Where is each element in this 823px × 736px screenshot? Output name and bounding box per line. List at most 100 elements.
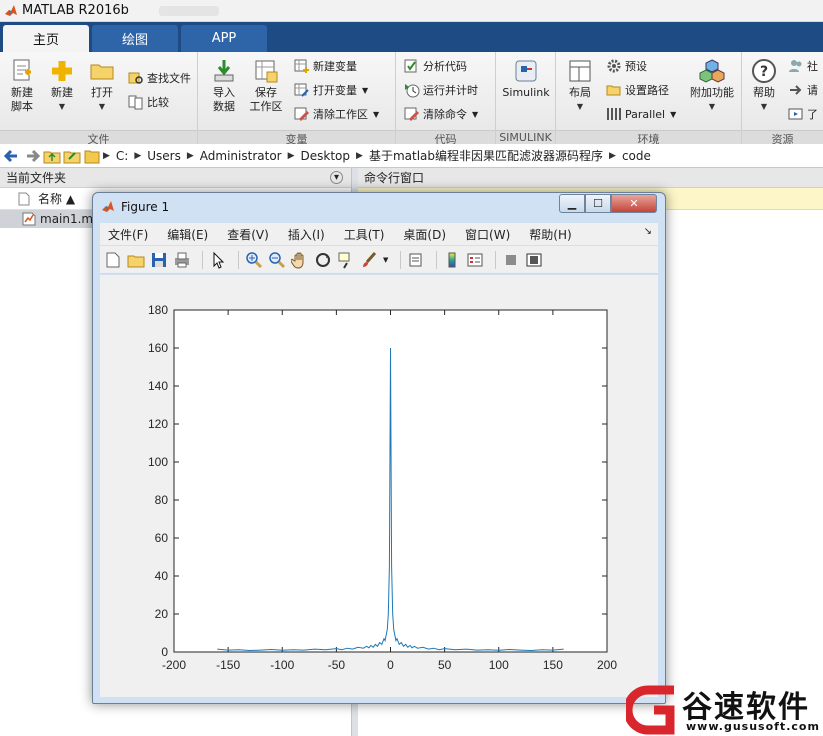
toolbar-separator — [400, 250, 402, 269]
tab-home[interactable]: 主页 — [3, 25, 89, 52]
file-name: main1.m — [40, 212, 94, 226]
insert-colorbar-icon[interactable] — [443, 251, 461, 269]
dock-arrow-icon[interactable]: ↘ — [644, 226, 652, 237]
rotate-3d-icon[interactable] — [314, 251, 332, 269]
insert-legend-icon[interactable] — [466, 251, 484, 269]
breadcrumb-drive[interactable]: C: — [116, 149, 128, 163]
minimize-button[interactable]: ▁ — [559, 194, 585, 213]
breadcrumb-separator-icon: ▶ — [186, 150, 194, 161]
maximize-button[interactable]: ☐ — [585, 194, 611, 213]
set-path-button[interactable]: 设置路径 — [606, 80, 669, 100]
open-variable-icon — [294, 83, 309, 97]
brush-dropdown-icon[interactable]: ▼ — [383, 256, 388, 264]
y-tick-label: 60 — [155, 531, 169, 545]
breadcrumb-administrator[interactable]: Administrator — [200, 149, 282, 163]
clear-commands-button[interactable]: 清除命令 ▼ — [404, 104, 478, 124]
help-button[interactable]: ? 帮助 ▼ — [744, 56, 784, 126]
forward-arrow-icon[interactable] — [23, 147, 41, 165]
brush-icon[interactable] — [360, 251, 378, 269]
print-icon[interactable] — [173, 251, 191, 269]
code-group-label: 代码 — [396, 130, 495, 146]
analyze-code-button[interactable]: 分析代码 — [404, 56, 467, 76]
parallel-dropdown-icon: ▼ — [670, 109, 677, 119]
open-variable-button[interactable]: 打开变量 ▼ — [294, 80, 368, 100]
learn-label: 了 — [807, 108, 818, 121]
line-plot[interactable]: -200 -150 -100 -50 0 50 100 150 200 0 20 40 60 80 100 1… — [100, 275, 658, 697]
hide-plot-tools-icon[interactable] — [502, 251, 520, 269]
open-file-icon[interactable] — [127, 251, 145, 269]
compare-button[interactable]: 比较 — [128, 92, 169, 112]
simulink-button[interactable]: Simulink — [500, 56, 552, 126]
menu-view[interactable]: 查看(V) — [227, 226, 269, 243]
request-support-button[interactable]: 请 — [788, 80, 818, 100]
community-button[interactable]: 社 — [788, 56, 818, 76]
panel-menu-icon[interactable]: ▾ — [330, 171, 343, 184]
new-button[interactable]: 新建 ▼ — [42, 56, 82, 126]
menu-insert[interactable]: 插入(I) — [288, 226, 325, 243]
x-tick-label: -100 — [270, 658, 294, 672]
simulink-label: Simulink — [502, 86, 550, 99]
clear-workspace-label: 清除工作区 — [313, 108, 368, 121]
parallel-button[interactable]: Parallel ▼ — [606, 104, 676, 124]
breadcrumb-project-folder[interactable]: 基于matlab编程非因果匹配滤波器源码程序 — [369, 147, 603, 164]
menu-file[interactable]: 文件(F) — [108, 226, 148, 243]
current-folder-title: 当前文件夹 — [6, 171, 67, 185]
new-script-button[interactable]: 新建 脚本 — [2, 56, 42, 126]
find-files-button[interactable]: 查找文件 — [128, 68, 191, 88]
tab-plots[interactable]: 绘图 — [92, 25, 178, 52]
data-cursor-icon[interactable] — [337, 251, 355, 269]
add-ons-label: 附加功能 — [690, 86, 734, 99]
import-data-button[interactable]: 导入 数据 — [204, 56, 244, 126]
close-icon: ✕ — [629, 197, 639, 210]
breadcrumb-code[interactable]: code — [622, 149, 651, 163]
run-and-time-button[interactable]: 运行并计时 — [404, 80, 478, 100]
app-title: MATLAB R2016b — [22, 3, 129, 18]
back-arrow-icon[interactable] — [3, 147, 21, 165]
new-variable-icon — [294, 59, 309, 73]
pan-hand-icon[interactable] — [291, 251, 309, 269]
preferences-label: 预设 — [625, 60, 647, 73]
layout-dropdown-icon: ▼ — [576, 102, 584, 111]
menu-help[interactable]: 帮助(H) — [529, 226, 571, 243]
save-workspace-button[interactable]: 保存 工作区 — [246, 56, 286, 126]
layout-button[interactable]: 布局 ▼ — [560, 56, 600, 126]
toolbar-separator — [202, 250, 203, 269]
menu-tools[interactable]: 工具(T) — [344, 226, 385, 243]
x-tick-label: 200 — [597, 658, 617, 672]
open-variable-dropdown-icon: ▼ — [362, 85, 369, 95]
new-variable-button[interactable]: 新建变量 — [294, 56, 357, 76]
save-icon[interactable] — [150, 251, 168, 269]
clear-workspace-dropdown-icon: ▼ — [373, 109, 380, 119]
tab-apps[interactable]: APP — [181, 25, 267, 52]
browse-folder-icon[interactable] — [63, 147, 81, 165]
learn-button[interactable]: 了 — [788, 104, 818, 124]
layout-icon — [569, 60, 591, 82]
zoom-in-icon[interactable] — [245, 251, 263, 269]
root-folder-icon — [84, 150, 100, 163]
command-window-header: 命令行窗口 — [358, 168, 823, 188]
select-pointer-icon[interactable] — [209, 251, 227, 269]
clear-commands-dropdown-icon: ▼ — [472, 109, 479, 119]
y-tick-label: 160 — [148, 341, 168, 355]
up-folder-icon[interactable] — [43, 147, 61, 165]
breadcrumb-users[interactable]: Users — [147, 149, 181, 163]
add-ons-button[interactable]: 附加功能 ▼ — [684, 56, 740, 126]
file-group: 新建 脚本 新建 ▼ 打开 ▼ 查找文件 比较 文件 — [0, 52, 198, 146]
menu-edit[interactable]: 编辑(E) — [167, 226, 208, 243]
layout-label: 布局 — [569, 86, 591, 99]
preferences-button[interactable]: 预设 — [606, 56, 647, 76]
menu-desktop[interactable]: 桌面(D) — [403, 226, 446, 243]
breadcrumb-desktop[interactable]: Desktop — [301, 149, 351, 163]
menu-window[interactable]: 窗口(W) — [465, 226, 510, 243]
clear-workspace-button[interactable]: 清除工作区 ▼ — [294, 104, 379, 124]
figure-title: Figure 1 — [121, 200, 170, 214]
clear-commands-icon — [404, 107, 420, 122]
x-tick-label: -50 — [328, 658, 346, 672]
close-button[interactable]: ✕ — [611, 194, 657, 213]
open-button[interactable]: 打开 ▼ — [82, 56, 122, 126]
show-plot-tools-icon[interactable] — [525, 251, 543, 269]
y-tick-label: 100 — [148, 455, 168, 469]
new-figure-icon[interactable] — [104, 251, 122, 269]
link-plot-icon[interactable] — [407, 251, 425, 269]
zoom-out-icon[interactable] — [268, 251, 286, 269]
